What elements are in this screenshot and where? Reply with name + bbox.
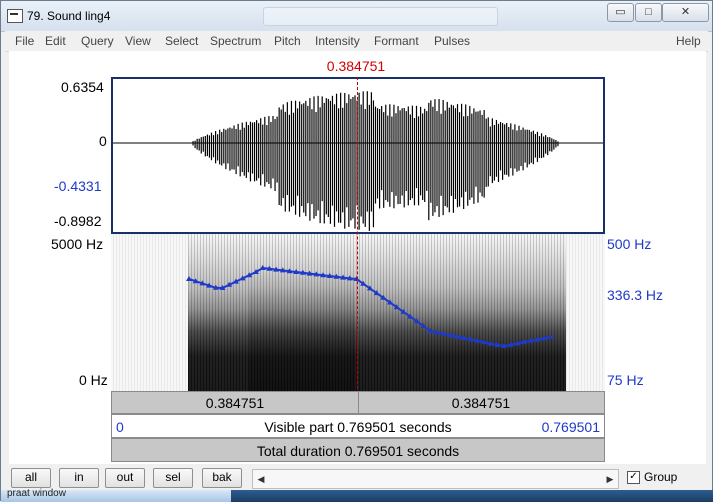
pitch-bottom-right-label: 75 Hz — [607, 372, 644, 388]
app-icon — [7, 9, 23, 23]
menu-bar: File Edit Query View Select Spectrum Pit… — [5, 31, 708, 52]
waveform-blue-label: -0.4331 — [54, 178, 102, 194]
menu-pulses[interactable]: Pulses — [434, 34, 470, 48]
time-left-value: 0.384751 — [112, 392, 359, 413]
menu-view[interactable]: View — [125, 34, 151, 48]
menu-select[interactable]: Select — [165, 34, 198, 48]
taskbar-item[interactable]: praat window — [1, 488, 231, 502]
horizontal-scrollbar[interactable]: ◀ ▶ — [252, 469, 619, 489]
visible-part-row[interactable]: 0 Visible part 0.769501 seconds 0.769501 — [111, 414, 605, 438]
background-window-ghost — [263, 7, 498, 26]
menu-edit[interactable]: Edit — [45, 34, 66, 48]
spectrogram-top-left-label: 5000 Hz — [51, 236, 104, 252]
zoom-all-button[interactable]: all — [11, 468, 51, 488]
close-button[interactable]: ✕ — [662, 3, 709, 22]
title-bar: 79. Sound ling4 ▭ □ ✕ — [1, 1, 712, 32]
waveform-min-label: -0.8982 — [54, 213, 102, 229]
menu-pitch[interactable]: Pitch — [274, 34, 301, 48]
menu-spectrum[interactable]: Spectrum — [210, 34, 261, 48]
taskbar-strip: praat window — [1, 488, 713, 502]
waveform-max-label: 0.6354 — [61, 79, 104, 95]
pitch-mid-right-label: 336.3 Hz — [607, 287, 664, 303]
cursor-time-label: 0.384751 — [326, 58, 386, 74]
waveform-svg — [113, 91, 603, 231]
spectrogram-bottom-left-label: 0 Hz — [79, 372, 108, 388]
zoom-selection-button[interactable]: sel — [153, 468, 193, 488]
menu-file[interactable]: File — [15, 34, 34, 48]
group-label: Group — [644, 470, 678, 484]
scroll-left-icon[interactable]: ◀ — [253, 470, 269, 488]
pitch-top-right-label: 500 Hz — [607, 236, 652, 252]
menu-help[interactable]: Help — [676, 34, 701, 48]
menu-query[interactable]: Query — [81, 34, 114, 48]
window-title: 79. Sound ling4 — [27, 9, 111, 23]
cursor-line — [357, 77, 359, 389]
menu-intensity[interactable]: Intensity — [315, 34, 360, 48]
taskbar-item-label: praat window — [7, 488, 66, 499]
visible-end-label: 0.769501 — [541, 419, 600, 435]
waveform-zero-label: 0 — [99, 133, 107, 149]
time-right-value: 0.384751 — [451, 394, 511, 411]
total-duration-row[interactable]: Total duration 0.769501 seconds — [111, 438, 605, 462]
scroll-right-icon[interactable]: ▶ — [602, 470, 618, 488]
visible-part-label: Visible part 0.769501 seconds — [264, 419, 452, 435]
zoom-back-button[interactable]: bak — [202, 468, 242, 488]
minimize-button[interactable]: ▭ — [607, 3, 634, 22]
group-checkbox[interactable]: ✓ — [627, 471, 640, 484]
time-row-selection[interactable]: 0.384751 0.384751 — [111, 391, 605, 414]
zoom-out-button[interactable]: out — [105, 468, 145, 488]
zoom-in-button[interactable]: in — [59, 468, 99, 488]
bottom-toolbar: all in out sel bak ◀ ▶ ✓ Group — [1, 464, 712, 490]
total-duration-label: Total duration 0.769501 seconds — [256, 443, 460, 459]
maximize-button[interactable]: □ — [635, 3, 662, 22]
praat-sound-window: 79. Sound ling4 ▭ □ ✕ File Edit Query Vi… — [0, 0, 713, 502]
menu-formant[interactable]: Formant — [374, 34, 419, 48]
pitch-point-marker — [186, 276, 192, 281]
